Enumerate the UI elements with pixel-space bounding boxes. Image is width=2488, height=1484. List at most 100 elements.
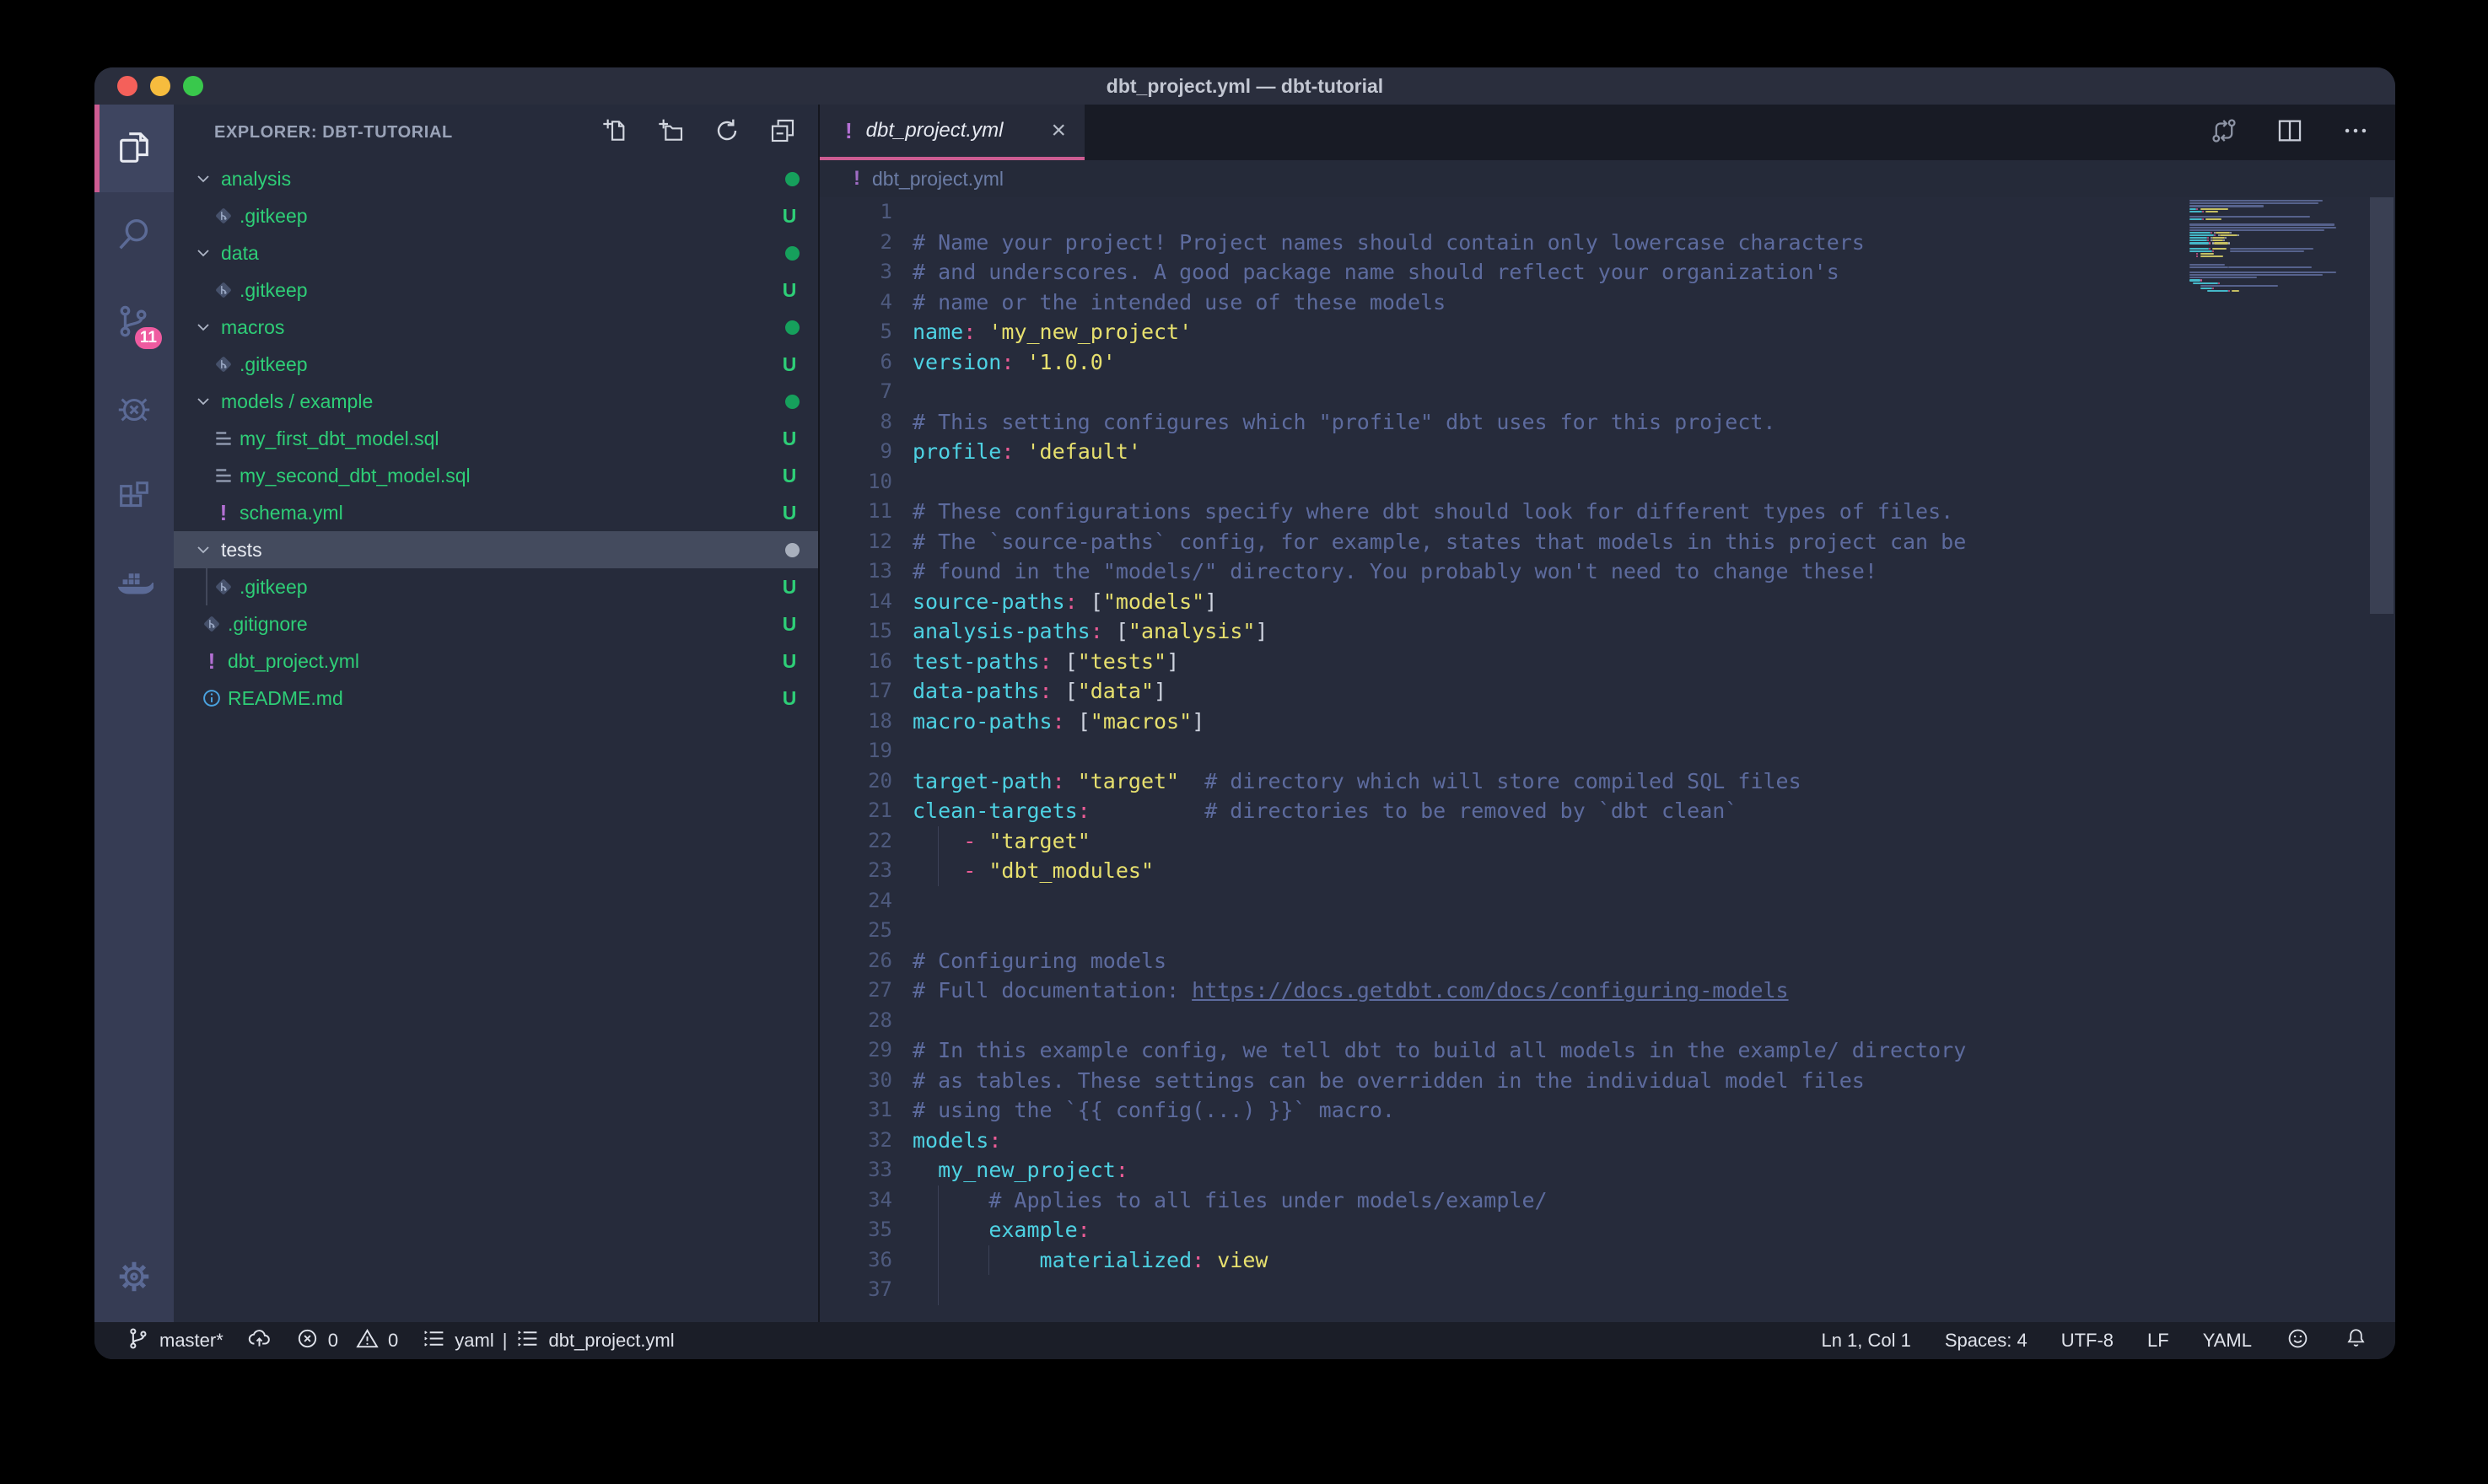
tree-folder-data[interactable]: data <box>174 234 818 272</box>
line-number: 23 <box>820 856 892 886</box>
line-number: 19 <box>820 736 892 766</box>
git-status-badge: U <box>774 465 805 487</box>
tree-file--gitignore[interactable]: .gitignoreU <box>174 605 818 643</box>
line-number: 29 <box>820 1035 892 1066</box>
indentation-status[interactable]: Spaces: 4 <box>1945 1330 2028 1352</box>
git-status-badge: U <box>774 687 805 710</box>
line-number: 21 <box>820 796 892 826</box>
split-editor-icon[interactable] <box>2275 116 2304 149</box>
activity-search[interactable] <box>94 192 174 280</box>
code-line-7: 7 <box>820 377 2395 407</box>
encoding-status[interactable]: UTF-8 <box>2061 1330 2114 1352</box>
activity-extensions[interactable] <box>94 455 174 543</box>
open-changes-icon[interactable] <box>2210 116 2238 149</box>
tree-file--gitkeep[interactable]: .gitkeepU <box>174 197 818 234</box>
code-line-8: 8# This setting configures which "profil… <box>820 407 2395 438</box>
code-line-18: 18macro-paths: ["macros"] <box>820 707 2395 737</box>
indent-guide <box>938 1215 939 1245</box>
activity-debug[interactable] <box>94 368 174 455</box>
line-number: 20 <box>820 766 892 797</box>
code-editor[interactable]: 12# Name your project! Project names sho… <box>820 197 2395 1322</box>
minimap[interactable] <box>2189 197 2338 295</box>
tree-item-label: schema.yml <box>240 502 343 524</box>
close-tab-icon[interactable]: × <box>1051 118 1066 143</box>
tree-file-schema-yml[interactable]: !schema.ymlU <box>174 494 818 531</box>
line-number: 28 <box>820 1006 892 1036</box>
line-content: target-path: "target" # directory which … <box>892 766 2395 797</box>
code-line-6: 6version: '1.0.0' <box>820 347 2395 378</box>
tree-item-label: .gitignore <box>228 613 308 636</box>
code-line-4: 4# name or the intended use of these mod… <box>820 288 2395 318</box>
code-line-30: 30# as tables. These settings can be ove… <box>820 1066 2395 1096</box>
git-icon <box>201 613 223 635</box>
new-file-icon[interactable] <box>602 117 629 148</box>
tree-file--gitkeep[interactable]: .gitkeepU <box>174 272 818 309</box>
tree-file--gitkeep[interactable]: .gitkeepU <box>174 568 818 605</box>
yaml-mode-status[interactable]: yaml | dbt_project.yml <box>422 1326 674 1356</box>
feedback-smiley-icon[interactable] <box>2286 1326 2310 1356</box>
collapse-all-icon[interactable] <box>769 117 796 148</box>
warning-icon <box>355 1326 380 1356</box>
activity-settings[interactable] <box>94 1234 174 1322</box>
sync-changes-icon[interactable] <box>247 1326 272 1356</box>
line-content: version: '1.0.0' <box>892 347 2395 378</box>
breadcrumb-file: dbt_project.yml <box>872 168 1004 191</box>
git-status-badge: U <box>774 427 805 450</box>
code-line-5: 5name: 'my_new_project' <box>820 317 2395 347</box>
code-line-1: 1 <box>820 197 2395 228</box>
tree-file-my-second-dbt-model-sql[interactable]: my_second_dbt_model.sqlU <box>174 457 818 494</box>
tree-file-dbt-project-yml[interactable]: !dbt_project.ymlU <box>174 643 818 680</box>
error-icon <box>295 1326 320 1356</box>
scrollbar-thumb[interactable] <box>2370 197 2394 614</box>
activity-explorer[interactable] <box>94 105 174 192</box>
tree-item-label: .gitkeep <box>240 205 308 228</box>
code-line-17: 17data-paths: ["data"] <box>820 676 2395 707</box>
activity-source-control[interactable]: 11 <box>94 280 174 368</box>
problems-status[interactable]: 0 0 <box>295 1326 399 1356</box>
language-status[interactable]: YAML <box>2203 1330 2252 1352</box>
tab-dbt-project-yml[interactable]: ! dbt_project.yml × <box>820 105 1085 160</box>
info-icon <box>201 687 223 709</box>
new-folder-icon[interactable] <box>658 117 685 148</box>
vscode-window: dbt_project.yml — dbt-tutorial <box>94 67 2395 1359</box>
line-number: 35 <box>820 1215 892 1245</box>
indent-guide <box>938 1245 939 1276</box>
indent-guide <box>938 1275 939 1305</box>
code-line-24: 24 <box>820 886 2395 917</box>
tree-folder-models-example[interactable]: models / example <box>174 383 818 420</box>
git-modified-dot <box>785 543 800 557</box>
sql-icon <box>213 465 234 487</box>
line-number: 12 <box>820 527 892 557</box>
indent-guide <box>206 568 207 605</box>
line-content <box>892 1275 2395 1305</box>
warning-count: 0 <box>388 1330 398 1352</box>
git-status-badge: U <box>774 502 805 524</box>
eol-status[interactable]: LF <box>2147 1330 2169 1352</box>
line-content <box>892 467 2395 497</box>
line-number: 16 <box>820 647 892 677</box>
branch-status[interactable]: master* <box>127 1326 223 1356</box>
more-actions-icon[interactable] <box>2341 116 2370 149</box>
tree-item-label: data <box>221 242 259 265</box>
refresh-icon[interactable] <box>714 117 740 148</box>
tree-file--gitkeep[interactable]: .gitkeepU <box>174 346 818 383</box>
tree-item-label: README.md <box>228 687 343 710</box>
tree-folder-analysis[interactable]: analysis <box>174 160 818 197</box>
tree-folder-tests[interactable]: tests <box>174 531 818 568</box>
line-content: example: <box>892 1215 2395 1245</box>
notifications-bell-icon[interactable] <box>2344 1326 2368 1356</box>
cursor-position[interactable]: Ln 1, Col 1 <box>1821 1330 1910 1352</box>
explorer-header: EXPLORER: DBT-TUTORIAL <box>174 105 818 160</box>
line-content: # Full documentation: https://docs.getdb… <box>892 976 2395 1006</box>
line-content: # name or the intended use of these mode… <box>892 288 2395 318</box>
activity-docker[interactable] <box>94 543 174 631</box>
tree-folder-macros[interactable]: macros <box>174 309 818 346</box>
chevron-down-icon <box>194 169 213 188</box>
tree-file-my-first-dbt-model-sql[interactable]: my_first_dbt_model.sqlU <box>174 420 818 457</box>
titlebar: dbt_project.yml — dbt-tutorial <box>94 67 2395 105</box>
git-status-badge: U <box>774 279 805 302</box>
tree-file-readme-md[interactable]: README.md U <box>174 680 818 717</box>
code-line-37: 37 <box>820 1275 2395 1305</box>
line-number: 31 <box>820 1095 892 1126</box>
breadcrumb[interactable]: ! dbt_project.yml <box>820 160 2395 197</box>
